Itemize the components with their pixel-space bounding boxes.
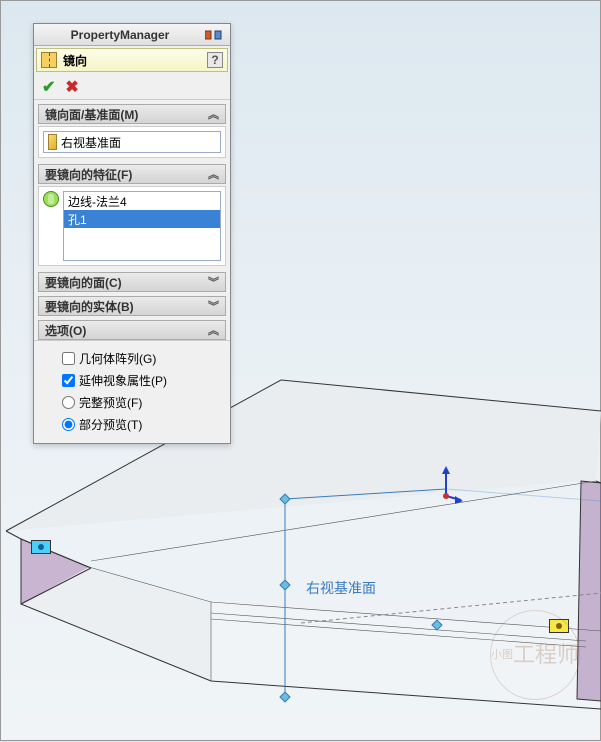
help-button[interactable]: ?: [207, 52, 223, 68]
section-title: 要镜向的特征(F): [45, 166, 132, 183]
options-body: 几何体阵列(G) 延伸视象属性(P) 完整预览(F) 部分预览(T): [34, 340, 230, 443]
opt-geometry-pattern[interactable]: 几何体阵列(G): [62, 347, 226, 369]
section-title: 镜向面/基准面(M): [45, 106, 138, 123]
section-faces[interactable]: 要镜向的面(C) ︾: [38, 272, 226, 292]
feature-list[interactable]: 边线-法兰4 孔1: [63, 191, 221, 261]
chevron-up-icon: ︽: [208, 322, 219, 338]
pin-icon[interactable]: [202, 29, 226, 41]
opt-partial-preview[interactable]: 部分预览(T): [62, 413, 226, 435]
chevron-up-icon: ︽: [208, 106, 219, 122]
section-features[interactable]: 要镜向的特征(F) ︽: [38, 164, 226, 184]
section-title: 要镜向的面(C): [45, 274, 122, 291]
plane-label: 右视基准面: [306, 578, 376, 598]
mirror-face-body: [38, 126, 226, 158]
section-options[interactable]: 选项(O) ︽: [38, 320, 226, 340]
property-manager-panel: PropertyManager 镜向 ? ✔ ✖ 镜向面/基准面(M) ︽ 要镜…: [33, 23, 231, 444]
feature-item-selected[interactable]: 孔1: [64, 210, 220, 228]
cancel-button[interactable]: ✖: [65, 77, 78, 97]
ok-button[interactable]: ✔: [42, 77, 55, 97]
mirror-icon: [41, 52, 57, 68]
plane-handle[interactable]: [279, 493, 290, 504]
section-title: 要镜向的实体(B): [45, 298, 134, 315]
section-mirror-face[interactable]: 镜向面/基准面(M) ︽: [38, 104, 226, 124]
geometry-pattern-checkbox[interactable]: [62, 352, 75, 365]
section-title: 选项(O): [45, 322, 86, 339]
chevron-down-icon: ︾: [208, 274, 219, 290]
chevron-up-icon: ︽: [208, 166, 219, 182]
partial-preview-radio[interactable]: [62, 418, 75, 431]
mirror-face-field[interactable]: [61, 135, 216, 149]
plane-handle[interactable]: [431, 619, 442, 630]
plane-handle[interactable]: [279, 579, 290, 590]
features-body: 边线-法兰4 孔1: [38, 186, 226, 266]
plane-icon: [48, 134, 57, 150]
opt-full-preview[interactable]: 完整预览(F): [62, 391, 226, 413]
opt-propagate[interactable]: 延伸视象属性(P): [62, 369, 226, 391]
mirror-face-input[interactable]: [43, 131, 221, 153]
feature-header: 镜向 ?: [36, 48, 228, 72]
view-marker-yellow[interactable]: [549, 619, 569, 633]
plane-handle[interactable]: [279, 691, 290, 702]
propagate-checkbox[interactable]: [62, 374, 75, 387]
full-preview-radio[interactable]: [62, 396, 75, 409]
feature-name: 镜向: [63, 52, 87, 69]
feature-list-icon: [43, 191, 59, 207]
feature-item[interactable]: 边线-法兰4: [64, 192, 220, 210]
pm-title: PropertyManager: [38, 28, 202, 42]
action-row: ✔ ✖: [34, 74, 230, 100]
view-marker-cyan[interactable]: [31, 540, 51, 554]
origin-triad: [433, 466, 463, 506]
section-bodies[interactable]: 要镜向的实体(B) ︾: [38, 296, 226, 316]
chevron-down-icon: ︾: [208, 298, 219, 314]
pm-titlebar: PropertyManager: [34, 24, 230, 46]
